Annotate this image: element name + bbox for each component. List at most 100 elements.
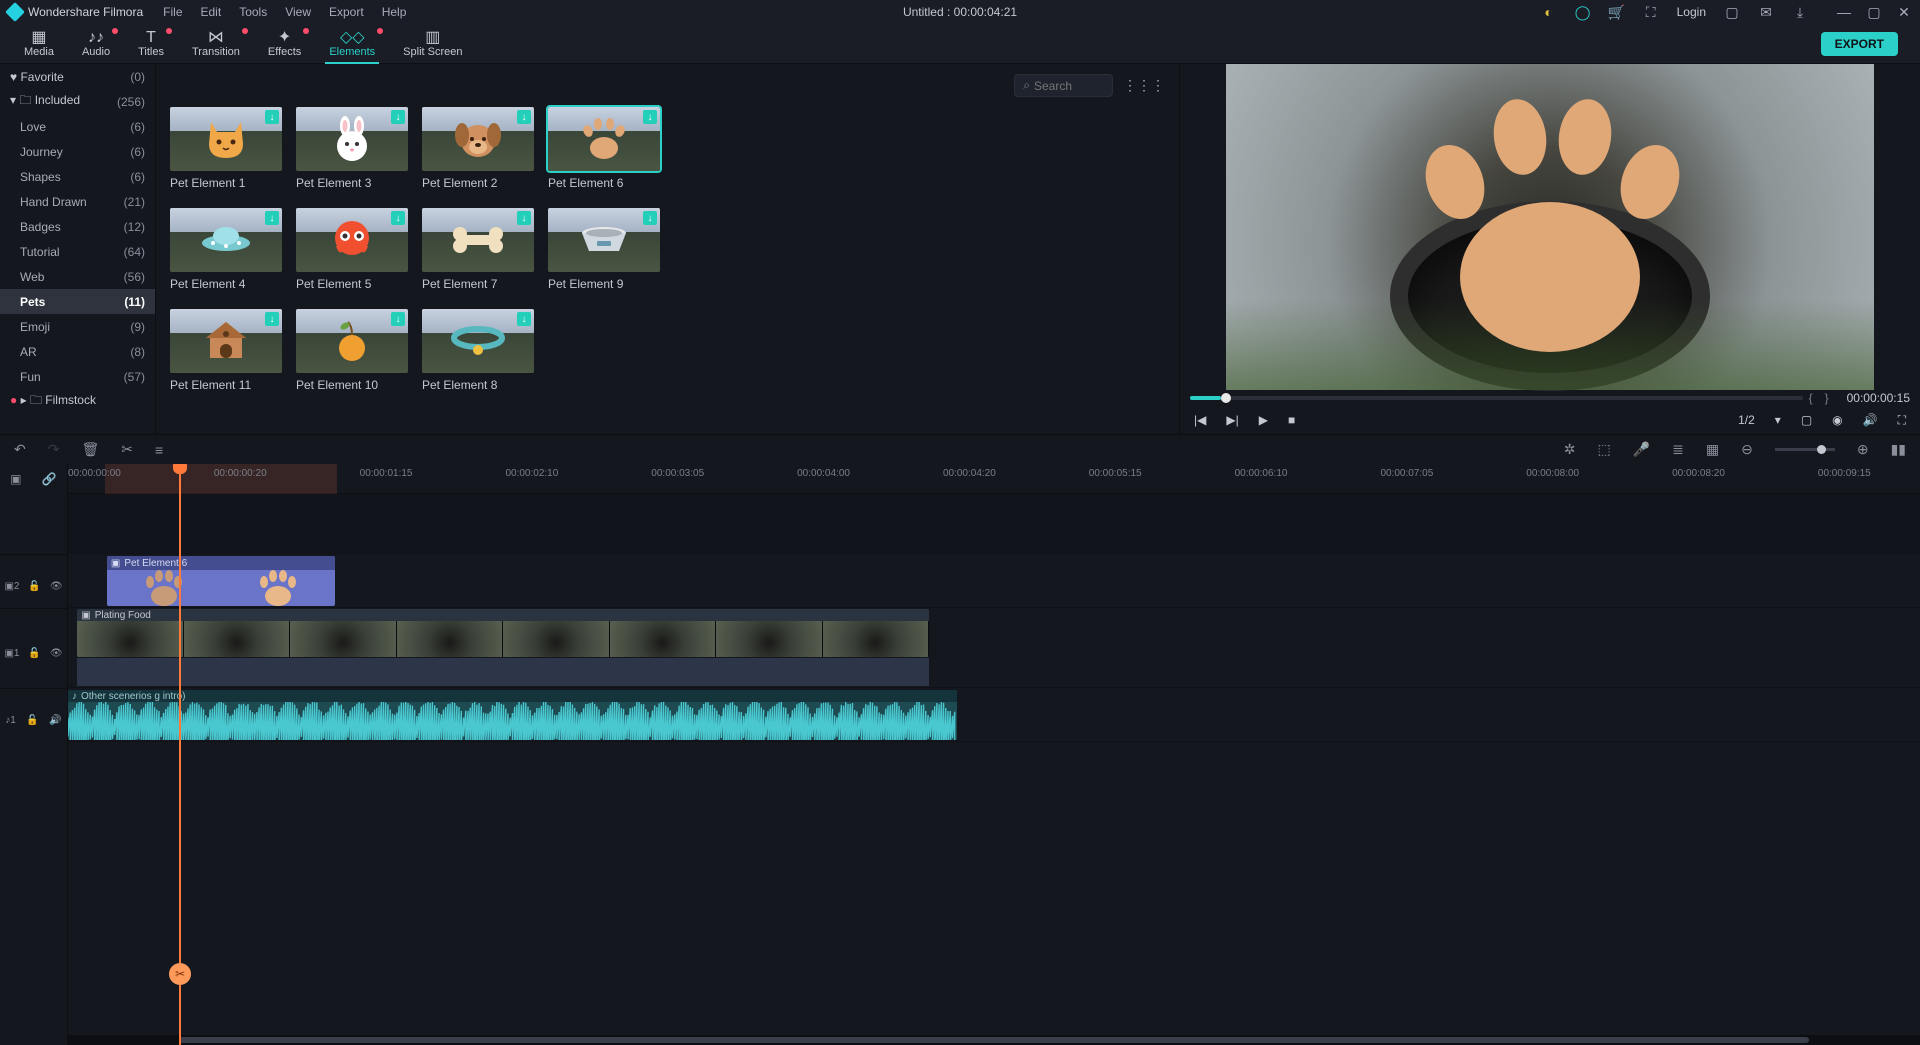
sidebar-favorite[interactable]: ♥ Favorite(0) [0,64,155,89]
track-header-overlay[interactable]: ▣2🔓👁 [0,554,67,608]
stop-icon[interactable]: ■ [1288,413,1295,427]
next-frame-icon[interactable]: ▶| [1226,413,1238,427]
mail-icon[interactable]: ✉ [1758,4,1774,20]
tab-effects[interactable]: ✦Effects [254,30,315,58]
split-icon[interactable]: ✂ [121,441,133,458]
menu-file[interactable]: File [163,5,182,19]
sidebar-item-love[interactable]: Love(6) [0,114,155,139]
export-button[interactable]: EXPORT [1821,32,1898,56]
idea-icon[interactable]: ◐ [1541,4,1557,20]
mixer-icon[interactable]: ≣ [1672,441,1684,458]
lock-icon[interactable]: 🔓 [28,581,40,592]
lock-icon[interactable]: 🔓 [28,648,40,659]
timeline-scrollbar[interactable] [68,1035,1920,1045]
audio-track[interactable]: ♪Other scenerios g intro) [68,688,1920,742]
headphones-icon[interactable]: ◯ [1575,4,1591,20]
prev-frame-icon[interactable]: |◀ [1194,413,1206,427]
menu-edit[interactable]: Edit [201,5,222,19]
grid-view-icon[interactable]: ⋮⋮⋮ [1123,77,1165,94]
element-card[interactable]: ↓Pet Element 4 [170,208,282,291]
zoom-slider[interactable] [1775,448,1835,451]
save-icon[interactable]: ▢ [1724,4,1740,20]
undo-icon[interactable]: ↶ [14,441,26,458]
play-icon[interactable]: ▶ [1259,413,1268,427]
menu-help[interactable]: Help [382,5,407,19]
tab-split-screen[interactable]: ▥Split Screen [389,30,476,58]
sidebar-item-tutorial[interactable]: Tutorial(64) [0,239,155,264]
sidebar-item-emoji[interactable]: Emoji(9) [0,314,155,339]
edit-icon[interactable]: ≡ [155,442,163,458]
download-icon[interactable]: ⤓ [1792,4,1808,20]
snapshot-icon[interactable]: ◉ [1832,413,1842,427]
tab-titles[interactable]: TTitles [124,30,178,58]
tab-media[interactable]: ▦Media [10,30,68,58]
element-card[interactable]: ↓Pet Element 10 [296,309,408,392]
redo-icon[interactable]: ↷ [48,441,60,458]
cart-icon[interactable]: 🛒 [1609,4,1625,20]
element-card[interactable]: ↓Pet Element 3 [296,107,408,190]
track-header-audio[interactable]: ♪1🔓🔊 [0,688,67,742]
sidebar-filmstock[interactable]: ● ▸ 🗀 Filmstock [0,389,155,414]
sidebar-item-fun[interactable]: Fun(57) [0,364,155,389]
delete-icon[interactable]: 🗑 [81,441,99,458]
zoom-dropdown-icon[interactable]: ▾ [1775,413,1781,427]
preview-canvas[interactable] [1226,64,1874,390]
element-card[interactable]: ↓Pet Element 5 [296,208,408,291]
sidebar-item-shapes[interactable]: Shapes(6) [0,164,155,189]
element-card[interactable]: ↓Pet Element 1 [170,107,282,190]
menu-view[interactable]: View [285,5,311,19]
zoom-out-icon[interactable]: ⊖ [1741,441,1753,458]
keyframe-icon[interactable]: ▦ [1706,441,1719,458]
sidebar-item-web[interactable]: Web(56) [0,264,155,289]
sidebar-item-journey[interactable]: Journey(6) [0,139,155,164]
fullscreen-icon[interactable]: ⛶ [1898,413,1906,428]
tab-audio[interactable]: ♪♪Audio [68,30,124,58]
audio-clip[interactable]: ♪Other scenerios g intro) [68,690,957,740]
eye-icon[interactable]: 👁 [50,581,63,592]
link-icon[interactable]: 🔗 [42,472,57,486]
video-clip[interactable]: ▣Plating Food [77,609,929,657]
tab-elements[interactable]: ◇◇Elements [315,30,389,58]
search-input[interactable]: ⌕ [1014,74,1113,97]
sidebar-item-hand-drawn[interactable]: Hand Drawn(21) [0,189,155,214]
track-header-video[interactable]: ▣1🔓👁 [0,608,67,688]
volume-icon[interactable]: 🔊 [1863,413,1878,427]
playhead-split-icon[interactable]: ✂ [169,963,191,985]
voiceover-icon[interactable]: 🎤 [1633,441,1650,458]
sidebar-item-ar[interactable]: AR(8) [0,339,155,364]
tab-transition[interactable]: ⋈Transition [178,30,254,58]
color-icon[interactable]: ✲ [1564,441,1576,458]
speaker-icon[interactable]: 🔊 [49,715,61,726]
timeline-ruler[interactable]: 00:00:00:0000:00:00:2000:00:01:1500:00:0… [68,464,1920,494]
video-track[interactable]: ▣Plating Food [68,608,1920,688]
element-clip[interactable]: ▣Pet Element 6 [107,556,335,606]
zoom-ratio[interactable]: 1/2 [1738,413,1755,427]
add-marker-icon[interactable]: ▣ [10,472,21,486]
sidebar-item-pets[interactable]: Pets(11) [0,289,155,314]
maximize-icon[interactable]: ▢ [1866,4,1882,20]
element-card[interactable]: ↓Pet Element 6 [548,107,660,190]
login-button[interactable]: Login [1677,5,1706,19]
sidebar-item-badges[interactable]: Badges(12) [0,214,155,239]
gift-icon[interactable]: ⛶ [1643,4,1659,20]
zoom-in-icon[interactable]: ⊕ [1857,441,1869,458]
element-card[interactable]: ↓Pet Element 9 [548,208,660,291]
preview-seek-bar[interactable] [1190,396,1803,400]
quality-icon[interactable]: ▢ [1801,413,1812,427]
close-icon[interactable]: ✕ [1896,4,1912,20]
mark-in-icon[interactable]: { [1809,391,1813,405]
element-card[interactable]: ↓Pet Element 8 [422,309,534,392]
zoom-fit-icon[interactable]: ▮▮ [1891,441,1906,458]
mark-out-icon[interactable]: } [1825,391,1829,405]
element-card[interactable]: ↓Pet Element 7 [422,208,534,291]
minimize-icon[interactable]: — [1836,4,1852,20]
menu-tools[interactable]: Tools [239,5,267,19]
sidebar-included[interactable]: ▾ 🗀 Included(256) [0,89,155,114]
lock-icon[interactable]: 🔓 [26,715,38,726]
menu-export[interactable]: Export [329,5,364,19]
green-screen-icon[interactable]: ⬚ [1597,441,1610,458]
eye-icon[interactable]: 👁 [50,648,63,659]
element-card[interactable]: ↓Pet Element 11 [170,309,282,392]
element-card[interactable]: ↓Pet Element 2 [422,107,534,190]
overlay-track[interactable]: ▣Pet Element 6 [68,554,1920,608]
